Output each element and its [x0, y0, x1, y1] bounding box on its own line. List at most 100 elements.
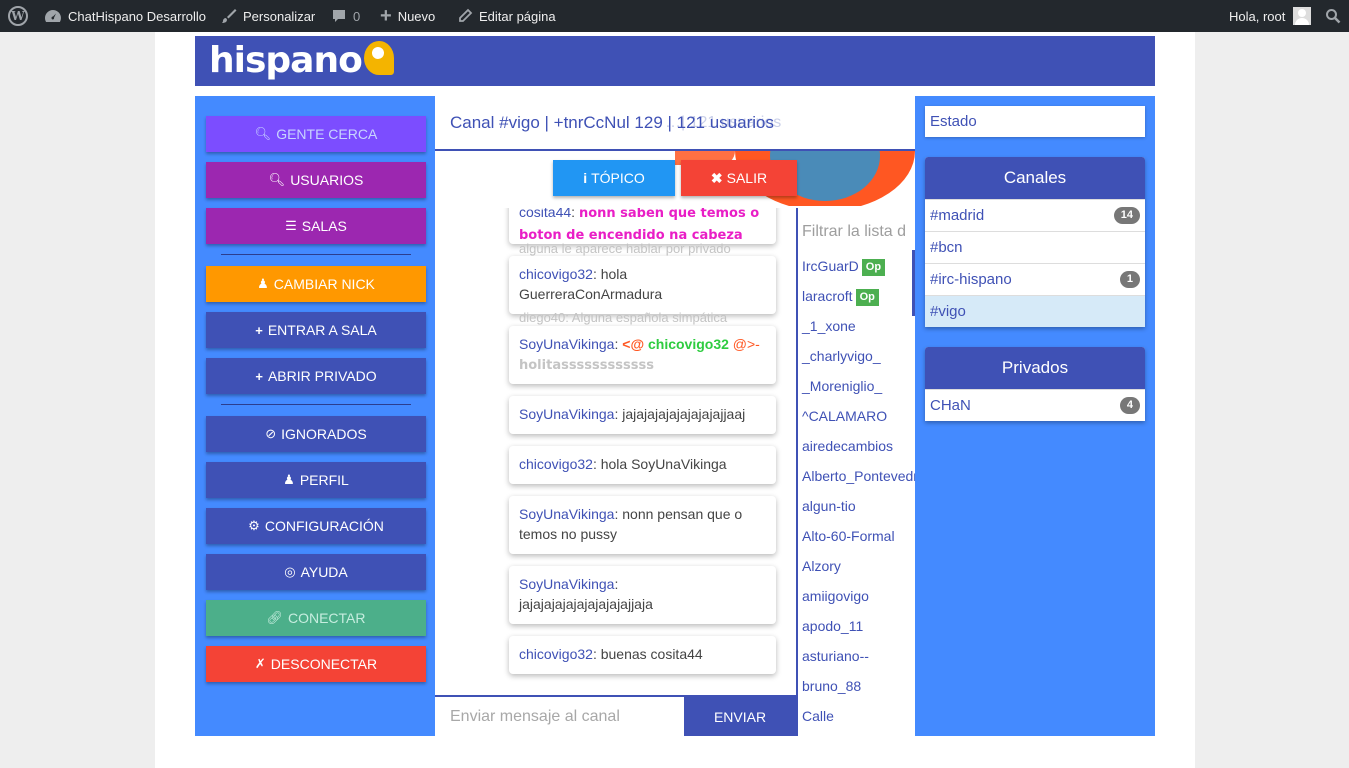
user-item[interactable]: airedecambios — [802, 436, 893, 456]
wp-logo-menu[interactable]: W — [8, 0, 28, 32]
message: SoyUnaVikinga: <@ chicovigo32 @>- holitas… — [509, 326, 776, 384]
channel-item-irc-hispano[interactable]: #irc-hispano 1 — [925, 263, 1145, 295]
message-text: jajajajajajajajajajjaaj — [622, 406, 746, 422]
abrir-privado-button[interactable]: + ABRIR PRIVADO — [206, 358, 426, 394]
separator — [221, 404, 411, 405]
user-nick: asturiano-- — [802, 648, 869, 664]
user-item[interactable]: Alberto_Pontevedra — [802, 466, 915, 486]
topic-label: TÓPICO — [591, 170, 645, 186]
user-list[interactable]: IrcGuarDOp laracroftOp _1_xone _charlyvi… — [796, 208, 915, 736]
usuarios-label: USUARIOS — [290, 172, 364, 188]
user-item[interactable]: _1_xone — [802, 316, 856, 336]
message-nick: chicovigo32 — [519, 646, 593, 662]
conectar-button[interactable]: 🔗︎ CONECTAR — [206, 600, 426, 636]
user-nick: ^CALAMARO — [802, 408, 888, 424]
user-item[interactable]: laracroft Op — [802, 286, 879, 306]
user-item[interactable]: apodo_11 — [802, 616, 863, 636]
message: chicovigo32: hola SoyUnaVikinga — [509, 446, 776, 484]
ignorados-label: IGNORADOS — [281, 426, 367, 442]
mention-prefix: <@ — [622, 336, 645, 352]
link-icon: 🔗︎ — [266, 610, 283, 625]
logo-text: hispano — [209, 40, 363, 81]
message-text: holitassssssssssss — [519, 358, 654, 373]
user-nick: Alzory — [802, 558, 841, 574]
comments-link[interactable]: 0 — [331, 0, 360, 32]
message-list[interactable]: cosita44: nonn saben que temos o boton d… — [435, 208, 796, 694]
user-nick: apodo_11 — [802, 618, 864, 634]
usuarios-button[interactable]: 🔍︎ USUARIOS — [206, 162, 426, 198]
unread-badge: 1 — [1119, 271, 1140, 288]
topic-button[interactable]: i TÓPICO — [553, 160, 675, 196]
ignorados-button[interactable]: ⊘ IGNORADOS — [206, 416, 426, 452]
user-item[interactable]: ^CALAMARO — [802, 406, 887, 426]
customize-link[interactable]: Personalizar — [221, 0, 315, 32]
channel-name: #bcn — [930, 239, 963, 256]
channel-header: …| 121 usuarios Canal #vigo | +tnrCcNul … — [435, 96, 915, 151]
message: SoyUnaVikinga: jajajajajajajajajajajjaja — [509, 566, 776, 624]
brush-icon — [221, 8, 237, 24]
user-nick: Alto-60-Formal — [802, 528, 895, 544]
user-item[interactable]: asturiano-- — [802, 646, 869, 666]
admin-search[interactable] — [1325, 0, 1347, 32]
message: chicovigo32: hola GuerreraConArmadura — [509, 256, 776, 314]
search-icon: 🔍︎ — [254, 126, 272, 141]
ban-icon: ⊘ — [265, 426, 277, 441]
message-input[interactable] — [435, 697, 684, 736]
channels-title: Canales — [925, 157, 1145, 199]
user-item[interactable]: amiigovigo — [802, 586, 869, 606]
channel-title: Canal #vigo | +tnrCcNul 129 | 121 usuari… — [450, 113, 774, 132]
user-item[interactable]: Alzory — [802, 556, 841, 576]
gente-cerca-button[interactable]: 🔍︎ GENTE CERCA — [206, 116, 426, 152]
ayuda-button[interactable]: ◎ AYUDA — [206, 554, 426, 590]
status-item[interactable]: Estado — [925, 106, 1145, 137]
salas-button[interactable]: ☰ SALAS — [206, 208, 426, 244]
avatar — [1293, 7, 1312, 25]
private-name: CHaN — [930, 397, 971, 414]
user-nick: bruno_88 — [802, 678, 862, 694]
pencil-icon — [457, 8, 473, 24]
private-item-chan[interactable]: CHaN 4 — [925, 389, 1145, 421]
message: SoyUnaVikinga: jajajajajajajajajajjaaj — [509, 396, 776, 434]
user-item[interactable]: _charlyvigo_ — [802, 346, 881, 366]
site-name-menu[interactable]: ChatHispano Desarrollo — [44, 0, 206, 32]
user-item[interactable]: Calle — [802, 706, 834, 726]
gente-cerca-label: GENTE CERCA — [276, 126, 378, 142]
unread-badge: 14 — [1113, 207, 1140, 224]
lifebuoy-icon: ◎ — [284, 564, 296, 579]
user-item[interactable]: algun-tio — [802, 496, 856, 516]
send-button[interactable]: ENVIAR — [684, 697, 796, 736]
cambiar-nick-button[interactable]: ♟ CAMBIAR NICK — [206, 266, 426, 302]
op-badge: Op — [855, 288, 879, 306]
configuracion-button[interactable]: ⚙ CONFIGURACIÓN — [206, 508, 426, 544]
message: chicovigo32: buenas cosita44 — [509, 636, 776, 674]
list-icon: ☰ — [285, 218, 297, 233]
configuracion-label: CONFIGURACIÓN — [264, 518, 384, 534]
new-content-menu[interactable]: + Nuevo — [380, 0, 435, 32]
entrar-sala-label: ENTRAR A SALA — [267, 322, 377, 338]
edit-page-link[interactable]: Editar página — [457, 0, 556, 32]
channel-name: #irc-hispano — [930, 271, 1012, 288]
cambiar-nick-label: CAMBIAR NICK — [273, 276, 375, 292]
channel-item-madrid[interactable]: #madrid 14 — [925, 199, 1145, 231]
op-badge: Op — [861, 258, 886, 276]
customize-label: Personalizar — [243, 8, 316, 24]
user-item[interactable]: Alto-60-Formal — [802, 526, 895, 546]
user-item[interactable]: _Moreniglio_ — [802, 376, 882, 396]
message: SoyUnaVikinga: nonn pensan que o temos n… — [509, 496, 776, 554]
account-menu[interactable]: Hola, root — [1229, 0, 1312, 32]
plus-icon: + — [380, 4, 392, 27]
user-icon: ♟ — [257, 276, 269, 291]
user-item[interactable]: IrcGuarD Op — [802, 256, 886, 276]
perfil-button[interactable]: ♟ PERFIL — [206, 462, 426, 498]
desconectar-button[interactable]: ✗ DESCONECTAR — [206, 646, 426, 682]
message-nick: chicovigo32 — [519, 266, 593, 282]
channel-item-vigo[interactable]: #vigo — [925, 295, 1145, 327]
user-item[interactable]: bruno_88 — [802, 676, 861, 696]
hispano-logo[interactable]: hispano — [209, 41, 394, 81]
user-filter-input[interactable] — [802, 220, 914, 244]
entrar-sala-button[interactable]: + ENTRAR A SALA — [206, 312, 426, 348]
gear-icon: ⚙ — [248, 518, 260, 533]
leave-button[interactable]: ✖ SALIR — [681, 160, 797, 196]
chat-panel: …| 121 usuarios Canal #vigo | +tnrCcNul … — [435, 96, 915, 736]
channel-item-bcn[interactable]: #bcn — [925, 231, 1145, 263]
